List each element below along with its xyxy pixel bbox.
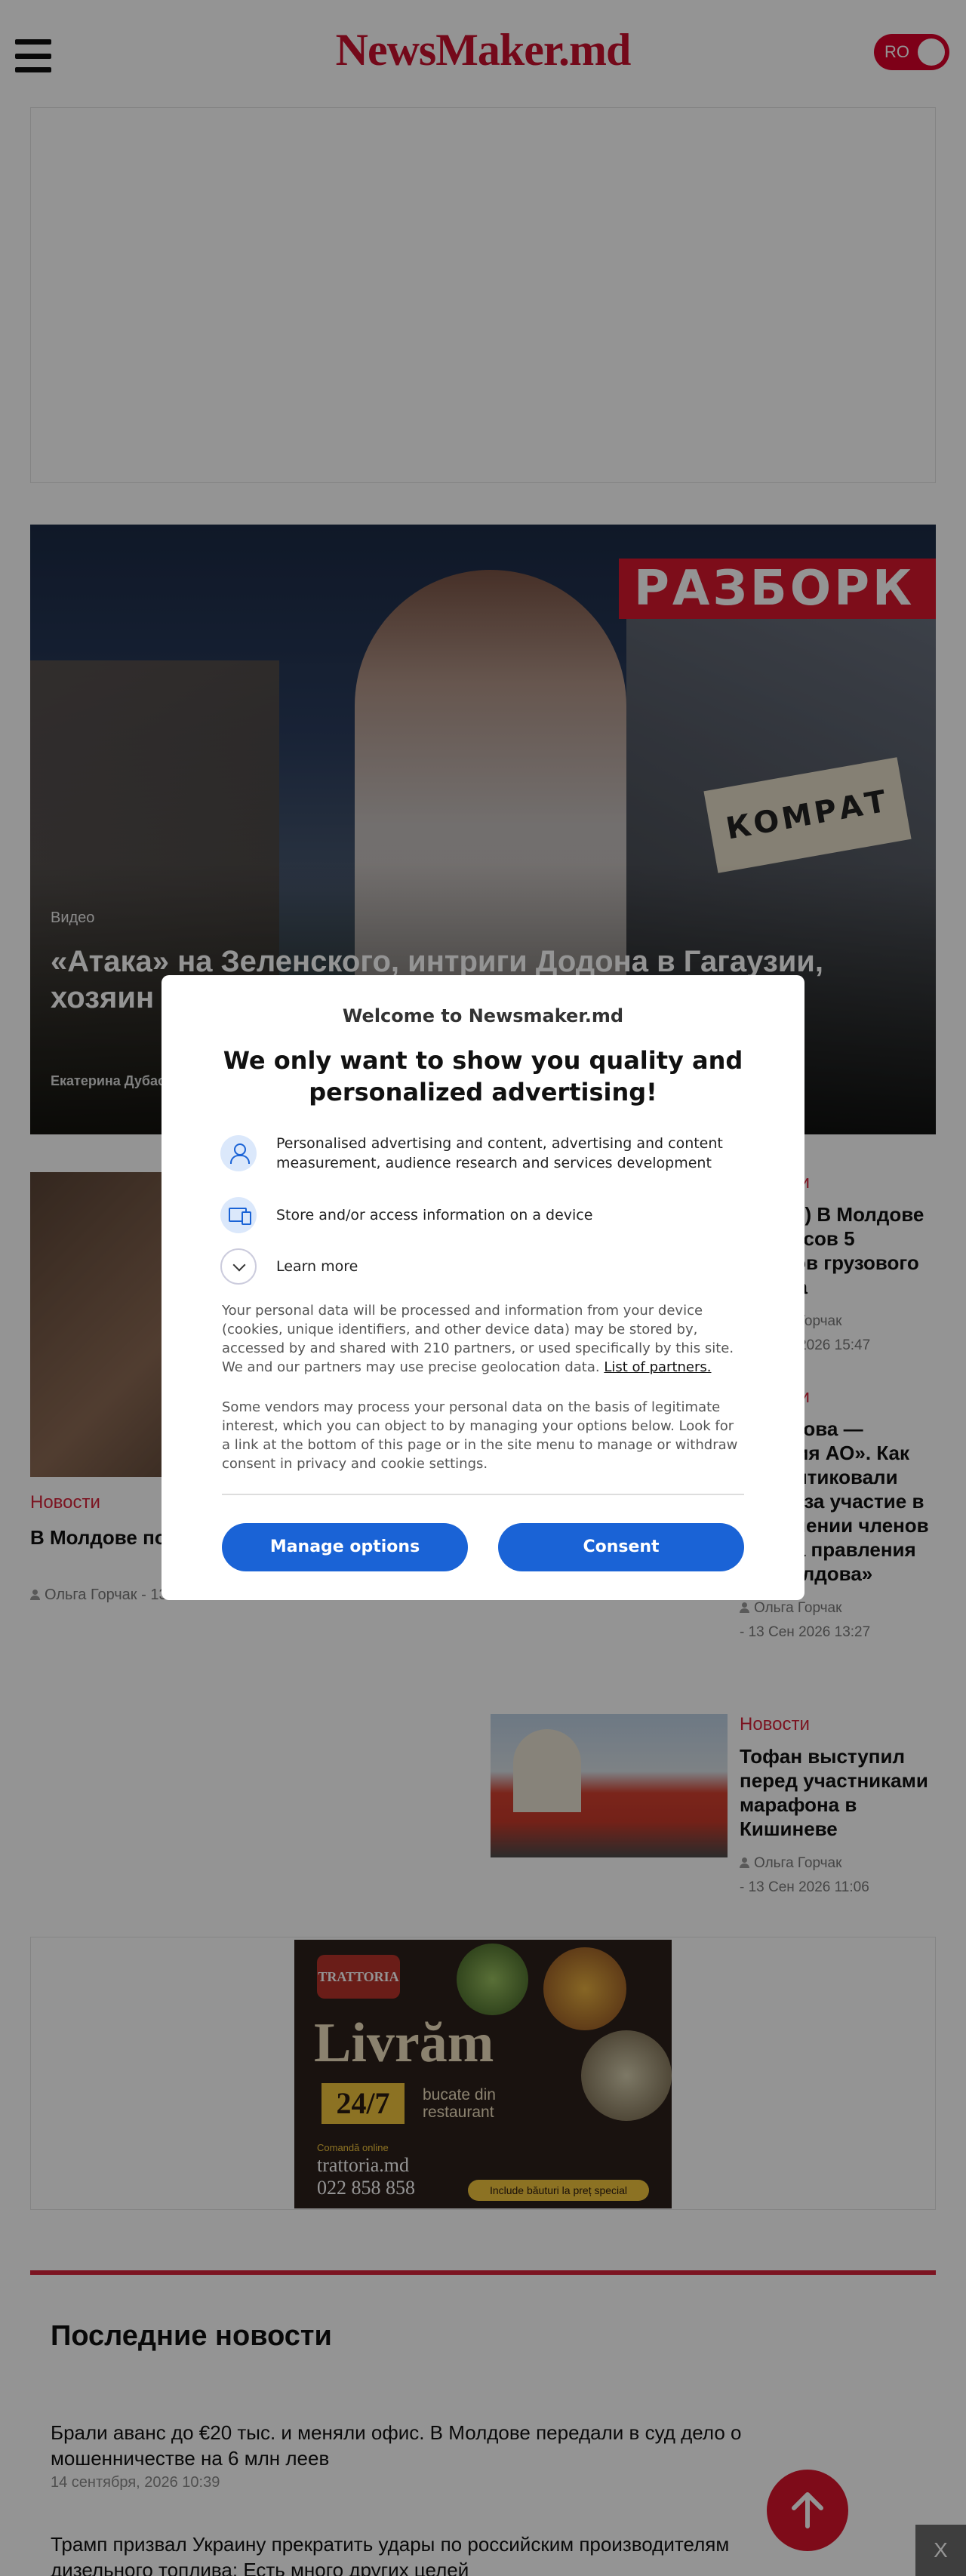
purpose-label: Store and/or access information on a dev… <box>276 1207 593 1223</box>
device-icon <box>220 1197 257 1233</box>
divider <box>222 1494 744 1495</box>
user-icon <box>220 1135 257 1171</box>
purpose-personalised: Personalised advertising and content, ad… <box>220 1134 749 1173</box>
consent-para2: Some vendors may process your personal d… <box>222 1399 738 1472</box>
consent-dialog: Welcome to Newsmaker.md We only want to … <box>162 975 804 1600</box>
learn-more-label[interactable]: Learn more <box>276 1257 358 1276</box>
consent-button[interactable]: Consent <box>498 1523 744 1571</box>
partners-link[interactable]: List of partners. <box>604 1359 711 1375</box>
consent-welcome: Welcome to Newsmaker.md <box>342 1005 624 1026</box>
purpose-device: Store and/or access information on a dev… <box>220 1197 749 1233</box>
chevron-down-icon[interactable] <box>220 1248 257 1285</box>
manage-options-button[interactable]: Manage options <box>222 1523 468 1571</box>
learn-more-toggle[interactable]: Learn more <box>220 1248 749 1285</box>
consent-text: Your personal data will be processed and… <box>222 1301 744 1377</box>
purpose-label: Personalised advertising and content, ad… <box>276 1135 723 1171</box>
consent-headline: We only want to show you quality and per… <box>223 1046 743 1106</box>
